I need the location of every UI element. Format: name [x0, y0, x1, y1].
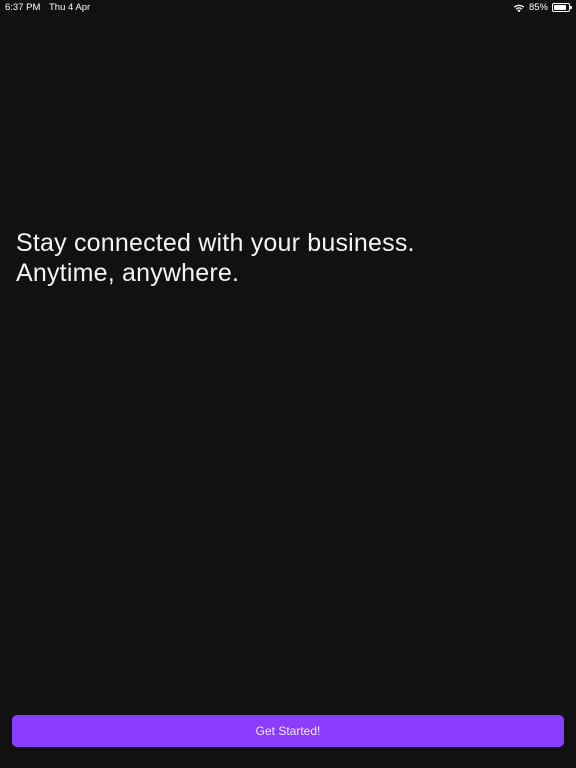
onboarding-screen: 6:37 PM Thu 4 Apr 85% Stay connected wit… [0, 0, 576, 768]
status-bar: 6:37 PM Thu 4 Apr 85% [0, 0, 576, 16]
status-date: Thu 4 Apr [49, 2, 91, 13]
headline-line-2: Anytime, anywhere. [16, 259, 240, 287]
get-started-button[interactable]: Get Started! [12, 715, 564, 747]
status-indicators: 85% [513, 2, 572, 13]
battery-fill [554, 5, 566, 10]
battery-icon [552, 3, 572, 12]
status-time: 6:37 PM [5, 2, 41, 13]
battery-tip [570, 6, 572, 9]
wifi-icon [513, 4, 525, 12]
onboarding-headline: Stay connected with your business. Anyti… [16, 228, 556, 288]
battery-percent: 85% [528, 2, 548, 13]
headline-line-1: Stay connected with your business. [16, 229, 415, 257]
onboarding-illustration [158, 302, 420, 540]
